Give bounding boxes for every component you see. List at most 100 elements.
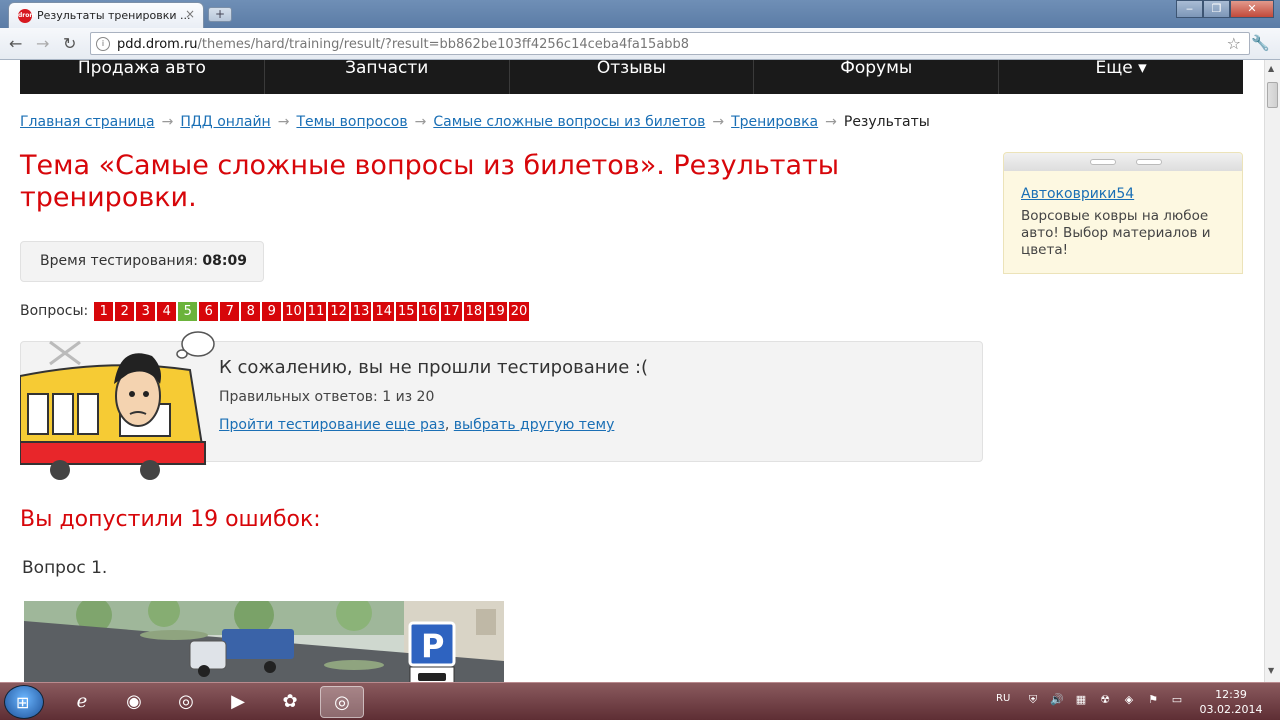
nav-item-sale[interactable]: Продажа авто bbox=[20, 60, 264, 94]
question-number-6[interactable]: 6 bbox=[199, 301, 219, 321]
tab-title: Результаты тренировки ... bbox=[37, 9, 191, 22]
question-number-17[interactable]: 17 bbox=[441, 301, 462, 321]
scroll-thumb[interactable] bbox=[1267, 82, 1278, 108]
errors-heading: Вы допустили 19 ошибок: bbox=[20, 507, 321, 532]
retry-test-link[interactable]: Пройти тестирование еще раз bbox=[219, 417, 445, 433]
shield-icon[interactable]: ⛨ bbox=[1024, 693, 1042, 709]
question-number-1[interactable]: 1 bbox=[94, 301, 114, 321]
question-number-20[interactable]: 20 bbox=[508, 301, 530, 321]
restore-icon[interactable]: ❐ bbox=[1203, 0, 1230, 18]
question-number-8[interactable]: 8 bbox=[241, 301, 261, 321]
bookmark-star-icon[interactable]: ☆ bbox=[1227, 34, 1241, 53]
svg-text:P: P bbox=[421, 627, 444, 665]
question-number-15[interactable]: 15 bbox=[395, 301, 417, 321]
start-button[interactable]: ⊞ bbox=[4, 685, 44, 719]
scroll-down-icon[interactable]: ▼ bbox=[1268, 666, 1274, 675]
page-viewport: Продажа авто Запчасти Отзывы Форумы Еще … bbox=[0, 60, 1264, 682]
question-number-10[interactable]: 10 bbox=[283, 301, 304, 321]
system-tray: ⛨ 🔊 ▦ ☢ ◈ ⚑ ▭ bbox=[1024, 693, 1192, 709]
windows-logo-icon: ⊞ bbox=[16, 693, 30, 712]
breadcrumb-topics[interactable]: Темы вопросов bbox=[296, 114, 407, 130]
media-player-icon[interactable]: ▶ bbox=[216, 686, 260, 718]
ad-link[interactable]: Автоковрики54 bbox=[1021, 186, 1134, 202]
result-title: К сожалению, вы не прошли тестирование :… bbox=[219, 357, 649, 378]
ad-header bbox=[1004, 153, 1242, 171]
question-number-14[interactable]: 14 bbox=[373, 301, 394, 321]
breadcrumb-current: Результаты bbox=[843, 114, 930, 130]
app-tray-icon[interactable]: ◈ bbox=[1120, 693, 1138, 709]
forward-arrow-icon[interactable]: → bbox=[36, 34, 49, 53]
clock-time: 12:39 bbox=[1215, 688, 1247, 701]
page-scrollbar[interactable]: ▲ ▼ bbox=[1264, 60, 1280, 682]
chrome-active-window-icon[interactable]: ◎ bbox=[320, 686, 364, 718]
questions-label: Вопросы: bbox=[20, 303, 89, 319]
question-number-2[interactable]: 2 bbox=[115, 301, 135, 321]
result-links: Пройти тестирование еще раз, выбрать дру… bbox=[219, 417, 615, 433]
question-road-scene-image: P bbox=[24, 601, 504, 682]
language-indicator[interactable]: RU bbox=[996, 693, 1010, 704]
antivirus-icon[interactable]: ☢ bbox=[1096, 693, 1114, 709]
back-arrow-icon[interactable]: ← bbox=[9, 34, 22, 53]
question-number-3[interactable]: 3 bbox=[136, 301, 156, 321]
display-icon[interactable]: ▭ bbox=[1168, 693, 1186, 709]
settings-wrench-icon[interactable]: 🔧 bbox=[1251, 34, 1270, 52]
nav-item-more[interactable]: Еще ▾ bbox=[998, 60, 1243, 94]
browser-tab[interactable]: drom Результаты тренировки ... × bbox=[8, 2, 204, 28]
question-number-19[interactable]: 19 bbox=[486, 301, 507, 321]
question-number-13[interactable]: 13 bbox=[350, 301, 372, 321]
question-number-4[interactable]: 4 bbox=[157, 301, 177, 321]
nav-item-forums[interactable]: Форумы bbox=[753, 60, 998, 94]
address-url[interactable]: pdd.drom.ru/themes/hard/training/result/… bbox=[117, 37, 689, 52]
breadcrumb-training[interactable]: Тренировка bbox=[731, 114, 818, 130]
question-number-11[interactable]: 11 bbox=[305, 301, 327, 321]
flag-icon[interactable]: ⚑ bbox=[1144, 693, 1162, 709]
reload-icon[interactable]: ↻ bbox=[63, 34, 76, 53]
question-number-7[interactable]: 7 bbox=[220, 301, 240, 321]
time-value: 08:09 bbox=[202, 253, 247, 269]
address-bar[interactable]: i pdd.drom.ru/themes/hard/training/resul… bbox=[90, 32, 1250, 55]
question-number-9[interactable]: 9 bbox=[262, 301, 282, 321]
site-top-nav: Продажа авто Запчасти Отзывы Форумы Еще … bbox=[20, 60, 1243, 94]
time-label: Время тестирования: bbox=[40, 253, 198, 269]
tram-cartoon-illustration bbox=[20, 331, 215, 480]
drom-favicon-icon: drom bbox=[18, 9, 36, 23]
clock-date: 03.02.2014 bbox=[1199, 703, 1263, 716]
ad-text: Ворсовые ковры на любое авто! Выбор мате… bbox=[1021, 208, 1211, 258]
network-icon[interactable]: ▦ bbox=[1072, 693, 1090, 709]
choose-topic-link[interactable]: выбрать другую тему bbox=[454, 417, 615, 433]
window-close-icon[interactable]: ✕ bbox=[1230, 0, 1274, 18]
window-titlebar: drom Результаты тренировки ... × + ‒ ❐ ✕ bbox=[0, 0, 1280, 28]
question-number-5[interactable]: 5 bbox=[178, 301, 198, 321]
browser-toolbar: ← → ↻ i pdd.drom.ru/themes/hard/training… bbox=[0, 28, 1280, 60]
taskbar: ⊞ ℯ ◉ ◎ ▶ ✿ ◎ RU ⛨ 🔊 ▦ ☢ ◈ ⚑ ▭ 12:39 03.… bbox=[0, 682, 1280, 720]
question-number-16[interactable]: 16 bbox=[418, 301, 440, 321]
window-controls: ‒ ❐ ✕ bbox=[1176, 0, 1274, 20]
question-number-18[interactable]: 18 bbox=[463, 301, 485, 321]
nav-item-reviews[interactable]: Отзывы bbox=[508, 60, 754, 94]
tab-close-icon[interactable]: × bbox=[185, 7, 195, 21]
correct-answers-count: Правильных ответов: 1 из 20 bbox=[219, 389, 435, 405]
question-number-12[interactable]: 12 bbox=[328, 301, 349, 321]
google-earth-icon[interactable]: ◉ bbox=[112, 686, 156, 718]
breadcrumb-hard-questions[interactable]: Самые сложные вопросы из билетов bbox=[433, 114, 705, 130]
question-heading: Вопрос 1. bbox=[22, 558, 108, 578]
breadcrumb-home[interactable]: Главная страница bbox=[20, 114, 155, 130]
questions-bar: Вопросы: 1 2 3 4 5 6 7 8 9 10 11 12 13 14 15 16 17 18 19 20 bbox=[20, 301, 531, 321]
breadcrumb-pdd[interactable]: ПДД онлайн bbox=[180, 114, 270, 130]
ie-icon[interactable]: ℯ bbox=[60, 686, 104, 718]
icq-icon[interactable]: ✿ bbox=[268, 686, 312, 718]
new-tab-button[interactable]: + bbox=[208, 7, 232, 22]
minimize-icon[interactable]: ‒ bbox=[1176, 0, 1203, 18]
volume-icon[interactable]: 🔊 bbox=[1048, 693, 1066, 709]
ad-block: Автоковрики54 Ворсовые ковры на любое ав… bbox=[1003, 152, 1243, 274]
chrome-icon[interactable]: ◎ bbox=[164, 686, 208, 718]
nav-item-parts[interactable]: Запчасти bbox=[263, 60, 509, 94]
question-list: 1 2 3 4 5 6 7 8 9 10 11 12 13 14 15 16 17 18 19 20 bbox=[94, 301, 531, 321]
breadcrumb: Главная страница → ПДД онлайн → Темы вопросо… bbox=[20, 114, 930, 130]
clock[interactable]: 12:39 03.02.2014 bbox=[1198, 687, 1264, 717]
page-title: Тема «Самые сложные вопросы из билетов».… bbox=[20, 150, 840, 213]
scroll-up-icon[interactable]: ▲ bbox=[1268, 64, 1274, 73]
testing-time-box: Время тестирования: 08:09 bbox=[20, 241, 264, 282]
ad-dot-icon bbox=[1136, 159, 1162, 165]
page-info-icon[interactable]: i bbox=[96, 37, 110, 51]
